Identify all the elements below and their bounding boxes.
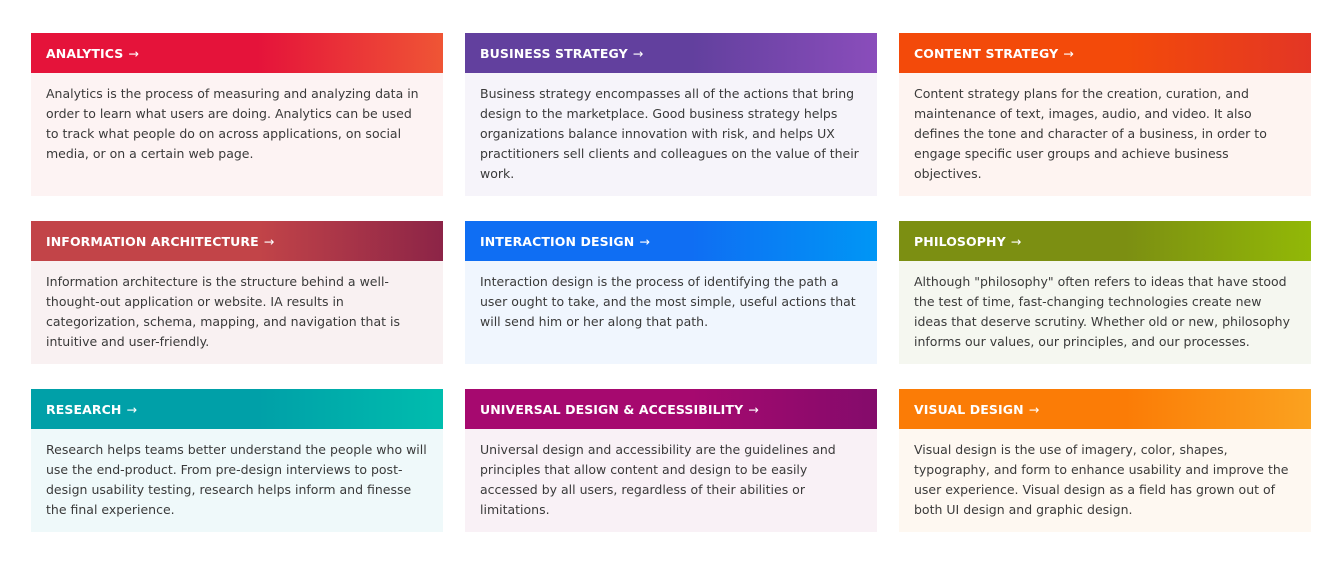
card-header[interactable]: PHILOSOPHY → <box>899 221 1311 261</box>
card-header[interactable]: INTERACTION DESIGN → <box>465 221 877 261</box>
card-header[interactable]: CONTENT STRATEGY → <box>899 33 1311 73</box>
card-header[interactable]: VISUAL DESIGN → <box>899 389 1311 429</box>
card-title[interactable]: INFORMATION ARCHITECTURE <box>46 234 259 249</box>
card-title[interactable]: CONTENT STRATEGY <box>914 46 1058 61</box>
card-description: Content strategy plans for the creation,… <box>899 73 1311 196</box>
arrow-right-icon: → <box>126 401 138 417</box>
card-information-architecture[interactable]: INFORMATION ARCHITECTURE → Information a… <box>31 221 443 364</box>
card-title[interactable]: UNIVERSAL DESIGN & ACCESSIBILITY <box>480 402 743 417</box>
card-header[interactable]: INFORMATION ARCHITECTURE → <box>31 221 443 261</box>
card-research[interactable]: RESEARCH → Research helps teams better u… <box>31 389 443 532</box>
card-description: Although "philosophy" often refers to id… <box>899 261 1311 364</box>
card-title[interactable]: PHILOSOPHY <box>914 234 1006 249</box>
card-description: Analytics is the process of measuring an… <box>31 73 443 196</box>
arrow-right-icon: → <box>748 401 759 417</box>
card-visual-design[interactable]: VISUAL DESIGN → Visual design is the use… <box>899 389 1311 532</box>
card-title[interactable]: BUSINESS STRATEGY <box>480 46 628 61</box>
card-header[interactable]: ANALYTICS → <box>31 33 443 73</box>
card-title[interactable]: ANALYTICS <box>46 46 123 61</box>
card-universal-design-accessibility[interactable]: UNIVERSAL DESIGN & ACCESSIBILITY → Unive… <box>465 389 877 532</box>
card-title[interactable]: RESEARCH <box>46 402 121 417</box>
card-philosophy[interactable]: PHILOSOPHY → Although "philosophy" often… <box>899 221 1311 364</box>
arrow-right-icon: → <box>639 233 650 249</box>
card-content-strategy[interactable]: CONTENT STRATEGY → Content strategy plan… <box>899 33 1311 196</box>
card-description: Research helps teams better understand t… <box>31 429 443 532</box>
card-title[interactable]: VISUAL DESIGN <box>914 402 1024 417</box>
card-header[interactable]: RESEARCH → <box>31 389 443 429</box>
topic-card-grid: ANALYTICS → Analytics is the process of … <box>31 33 1311 532</box>
arrow-right-icon: → <box>1063 45 1074 61</box>
card-header[interactable]: BUSINESS STRATEGY → <box>465 33 877 73</box>
arrow-right-icon: → <box>1028 401 1040 417</box>
arrow-right-icon: → <box>128 45 139 61</box>
card-analytics[interactable]: ANALYTICS → Analytics is the process of … <box>31 33 443 196</box>
arrow-right-icon: → <box>263 233 275 249</box>
card-interaction-design[interactable]: INTERACTION DESIGN → Interaction design … <box>465 221 877 364</box>
card-description: Business strategy encompasses all of the… <box>465 73 877 196</box>
card-title[interactable]: INTERACTION DESIGN <box>480 234 634 249</box>
card-description: Universal design and accessibility are t… <box>465 429 877 532</box>
card-description: Interaction design is the process of ide… <box>465 261 877 364</box>
arrow-right-icon: → <box>632 45 644 61</box>
card-description: Visual design is the use of imagery, col… <box>899 429 1311 532</box>
card-description: Information architecture is the structur… <box>31 261 443 364</box>
card-header[interactable]: UNIVERSAL DESIGN & ACCESSIBILITY → <box>465 389 877 429</box>
card-business-strategy[interactable]: BUSINESS STRATEGY → Business strategy en… <box>465 33 877 196</box>
arrow-right-icon: → <box>1010 233 1022 249</box>
